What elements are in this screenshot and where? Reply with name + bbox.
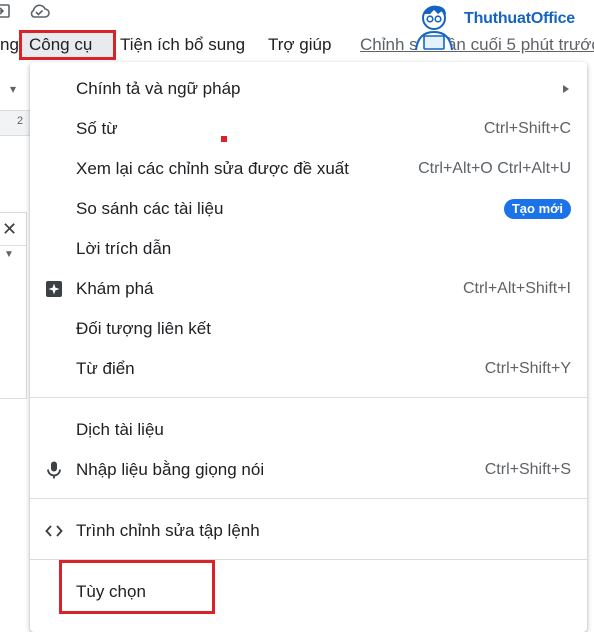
menu-item-label: Nhập liệu bằng giọng nói — [76, 460, 265, 479]
thuthuatoffice-logo: ThuthuatOffice — [408, 2, 594, 52]
menu-item-label: Dịch tài liệu — [76, 420, 164, 439]
menu-item-voice-typing[interactable]: Nhập liệu bằng giọng nói Ctrl+Shift+S — [30, 452, 587, 488]
toolbar-dropdown-caret[interactable]: ▾ — [10, 82, 16, 96]
panel-divider — [0, 245, 26, 246]
move-to-icon[interactable] — [0, 2, 12, 20]
menu-item-shortcut: Ctrl+Shift+C — [483, 120, 571, 137]
menu-item-label: Xem lại các chỉnh sửa được đề xuất — [76, 159, 349, 178]
menu-item-previous[interactable]: ng — [0, 30, 19, 60]
menu-item-linked-objects[interactable]: Đối tượng liên kết — [30, 311, 587, 347]
menu-item-help[interactable]: Trợ giúp — [268, 30, 331, 60]
menu-item-label: Khám phá — [76, 279, 154, 298]
ruler: 2 — [0, 110, 30, 136]
menu-item-review-suggested-edits[interactable]: Xem lại các chỉnh sửa được đề xuất Ctrl+… — [30, 151, 587, 187]
menu-item-label: Lời trích dẫn — [76, 239, 172, 258]
submenu-arrow-icon — [563, 85, 569, 93]
menu-item-label: So sánh các tài liệu — [76, 199, 224, 218]
menu-item-explore[interactable]: Khám phá Ctrl+Alt+Shift+I — [30, 271, 587, 307]
menu-item-label: Trình chỉnh sửa tập lệnh — [76, 521, 260, 540]
menu-item-word-count[interactable]: Số từ Ctrl+Shift+C — [30, 111, 587, 147]
menu-item-label: Đối tượng liên kết — [76, 319, 211, 338]
chevron-down-icon[interactable]: ▼ — [4, 249, 14, 260]
menu-item-tools[interactable]: Công cụ — [19, 30, 116, 60]
menu-item-label: Chính tả và ngữ pháp — [76, 79, 241, 98]
menu-item-compare-documents[interactable]: So sánh các tài liệu Tạo mới — [30, 191, 587, 227]
top-icon-strip — [0, 0, 80, 22]
logo-text: ThuthuatOffice — [464, 10, 575, 27]
annotation-dot — [221, 136, 227, 142]
microphone-icon — [47, 461, 61, 479]
menu-item-shortcut: Ctrl+Shift+S — [484, 461, 571, 478]
code-icon — [45, 525, 63, 537]
cloud-saved-icon[interactable] — [28, 2, 50, 20]
close-icon[interactable]: ✕ — [2, 219, 17, 240]
menu-item-shortcut: Ctrl+Shift+Y — [484, 360, 571, 377]
menu-item-translate-document[interactable]: Dịch tài liệu — [30, 412, 587, 448]
side-panel: ✕ ▼ — [0, 212, 27, 399]
menu-item-shortcut: Ctrl+Alt+Shift+I — [462, 280, 571, 297]
new-badge: Tạo mới — [503, 199, 571, 219]
menu-item-label: Số từ — [76, 119, 118, 138]
menu-item-shortcut: Ctrl+Alt+O Ctrl+Alt+U — [418, 160, 571, 177]
annotation-highlight-box — [59, 560, 215, 614]
explore-icon — [46, 281, 62, 297]
menu-item-dictionary[interactable]: Từ điển Ctrl+Shift+Y — [30, 351, 587, 387]
menu-item-script-editor[interactable]: Trình chỉnh sửa tập lệnh — [30, 513, 587, 549]
menu-item-spelling-grammar[interactable]: Chính tả và ngữ pháp — [30, 71, 587, 107]
menu-item-addons[interactable]: Tiện ích bổ sung — [120, 30, 245, 60]
menu-separator — [30, 397, 587, 398]
menu-item-label: Từ điển — [76, 359, 135, 378]
tools-dropdown-menu: Chính tả và ngữ pháp Số từ Ctrl+Shift+C … — [30, 62, 587, 632]
menu-separator — [30, 498, 587, 499]
logo-mascot-icon — [415, 5, 453, 51]
menu-item-citations[interactable]: Lời trích dẫn — [30, 231, 587, 267]
ruler-number: 2 — [17, 115, 24, 127]
